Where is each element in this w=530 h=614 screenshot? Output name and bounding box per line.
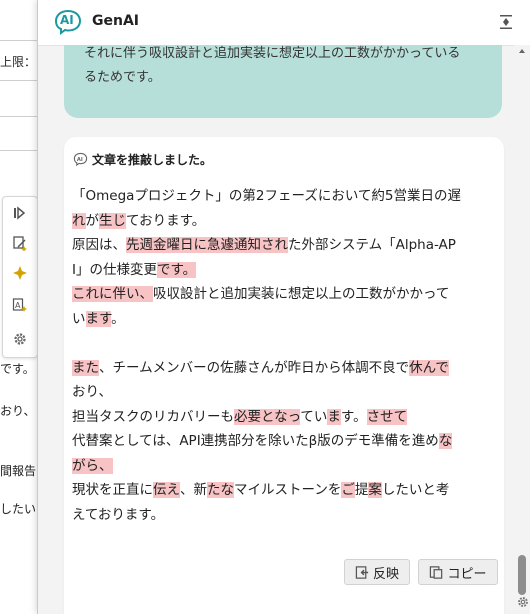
text-segment: た外部システム「Alpha-AP bbox=[288, 237, 456, 253]
text-segment: おり、 bbox=[72, 384, 112, 400]
text-segment: えております。 bbox=[72, 506, 165, 523]
scrollbar[interactable] bbox=[514, 45, 530, 614]
highlighted-text: ます bbox=[85, 310, 112, 327]
previous-message: それに伴う吸収設計と追加実装に想定以上の工数がかかっている るためです。 bbox=[64, 45, 502, 118]
highlighted-text: れ bbox=[72, 212, 86, 229]
response-text: 「Omegaプロジェクト」の第2フェーズにおいて約5営業日の遅 れが生じております… bbox=[72, 184, 496, 527]
highlighted-text: 伝え bbox=[153, 482, 180, 498]
text-segment: 提 bbox=[354, 482, 369, 498]
translate-icon[interactable]: A bbox=[10, 295, 30, 315]
copy-button[interactable]: コピー bbox=[418, 559, 498, 585]
response-line: 担当タスクのリカバリーも必要となっています。させて bbox=[72, 405, 496, 430]
text-segment: マイルストーンを bbox=[234, 482, 342, 498]
response-line: また、チームメンバーの佐藤さんが昨日から体調不良で休んで bbox=[72, 356, 496, 381]
response-header: AI 文章を推敲しました。 bbox=[73, 151, 212, 168]
highlighted-text: 必要となっ bbox=[234, 408, 301, 425]
ai-toolbar: A bbox=[2, 196, 38, 358]
background-text: です。 bbox=[0, 362, 35, 376]
response-line: これに伴い、吸収設計と追加実装に想定以上の工数がかかって bbox=[72, 282, 496, 307]
reflect-icon bbox=[355, 565, 369, 579]
scroll-up-icon[interactable] bbox=[519, 49, 525, 53]
settings-gear-icon[interactable] bbox=[516, 594, 530, 608]
response-line: 現状を正直に伝え、新たなマイルストーンをご提案したいと考 bbox=[72, 478, 496, 503]
panel-title: GenAI bbox=[92, 13, 139, 29]
copy-icon bbox=[430, 565, 443, 579]
text-segment: い bbox=[72, 310, 86, 327]
highlighted-text: させて bbox=[366, 408, 408, 425]
response-line: えております。 bbox=[72, 503, 496, 528]
panel-header: AI GenAI bbox=[38, 0, 530, 46]
text-segment: 代替案としては、API連携部分を除いたβ版のデモ準備を進め bbox=[72, 433, 439, 449]
background-text: したい bbox=[0, 502, 37, 516]
text-segment: 担当タスクのリカバリーも bbox=[72, 408, 234, 425]
text-segment: 原因は、 bbox=[72, 237, 126, 253]
response-line: 原因は、先週金曜日に急遽通知された外部システム「Alpha-AP bbox=[72, 233, 496, 258]
text-segment: てい bbox=[300, 408, 328, 425]
highlighted-text: 先週金曜日に急遽通知され bbox=[126, 237, 288, 253]
reflect-label: 反映 bbox=[372, 566, 399, 582]
text-segment: 、新 bbox=[180, 482, 207, 498]
text-segment: I」の仕様変更 bbox=[72, 261, 157, 278]
highlighted-text: 休んで bbox=[409, 359, 449, 376]
response-header-text: 文章を推敲しました。 bbox=[92, 153, 213, 167]
svg-text:A: A bbox=[15, 301, 21, 310]
svg-text:AI: AI bbox=[77, 157, 83, 163]
scrollbar-thumb[interactable] bbox=[518, 555, 526, 595]
highlighted-text: 案 bbox=[368, 482, 382, 498]
edit-sparkle-icon[interactable] bbox=[10, 233, 30, 253]
message-line: それに伴う吸収設計と追加実装に想定以上の工数がかかっている bbox=[84, 46, 461, 61]
response-line bbox=[72, 331, 496, 356]
highlighted-text: これに伴い、 bbox=[72, 286, 153, 302]
logo-text: AI bbox=[60, 13, 74, 27]
response-line: 「Omegaプロジェクト」の第2フェーズにおいて約5営業日の遅 bbox=[72, 184, 496, 209]
background-text: 上限： bbox=[0, 55, 37, 69]
response-line: れが生じております。 bbox=[72, 209, 496, 234]
message-line: るためです。 bbox=[84, 70, 161, 85]
highlighted-text: 生じ bbox=[99, 212, 126, 229]
response-line: がら、 bbox=[72, 454, 496, 479]
text-segment: したいと考 bbox=[381, 482, 450, 498]
reflect-button[interactable]: 反映 bbox=[344, 559, 410, 585]
gear-icon[interactable] bbox=[10, 329, 30, 349]
copy-label: コピー bbox=[447, 566, 487, 582]
text-segment: が bbox=[85, 212, 100, 229]
text-segment: 。 bbox=[111, 310, 125, 327]
genai-logo: AI bbox=[54, 9, 82, 35]
highlighted-text: ご bbox=[341, 482, 355, 498]
text-segment: 現状を正直に bbox=[72, 482, 153, 498]
insert-icon[interactable] bbox=[10, 203, 30, 223]
conversation-area: それに伴う吸収設計と追加実装に想定以上の工数がかかっている るためです。 AI … bbox=[38, 45, 514, 614]
sparkle-icon[interactable] bbox=[10, 263, 30, 283]
response-line: 代替案としては、API連携部分を除いたβ版のデモ準備を進めな bbox=[72, 429, 496, 454]
text-segment: す。 bbox=[340, 408, 367, 425]
pin-icon[interactable] bbox=[499, 14, 513, 30]
genai-panel: AI GenAI それに伴う吸収設計と追加実装に想定以上の工数がかかっている る… bbox=[37, 0, 530, 614]
text-segment: 、チームメンバーの佐藤さんが昨日から体調不良で bbox=[99, 359, 410, 376]
highlighted-text: また bbox=[72, 359, 99, 376]
response-line: I」の仕様変更です。 bbox=[72, 258, 496, 283]
highlighted-text: な bbox=[438, 433, 453, 449]
text-segment: 吸収設計と追加実装に想定以上の工数がかかって bbox=[153, 286, 450, 302]
background-text: おり、 bbox=[0, 404, 36, 418]
text-segment: 「Omegaプロジェクト」の第2フェーズにおいて約5営業日の遅 bbox=[72, 188, 462, 204]
highlighted-text: ま bbox=[327, 408, 341, 425]
response-card: AI 文章を推敲しました。 「Omegaプロジェクト」の第2フェーズにおいて約5… bbox=[64, 137, 504, 614]
response-line: おり、 bbox=[72, 380, 496, 405]
highlighted-text: たな bbox=[207, 482, 234, 498]
text-segment: ております。 bbox=[126, 212, 206, 229]
highlighted-text: がら、 bbox=[72, 457, 113, 474]
ai-chat-icon: AI bbox=[73, 152, 88, 167]
highlighted-text: です。 bbox=[156, 261, 197, 278]
response-line: います。 bbox=[72, 307, 496, 332]
